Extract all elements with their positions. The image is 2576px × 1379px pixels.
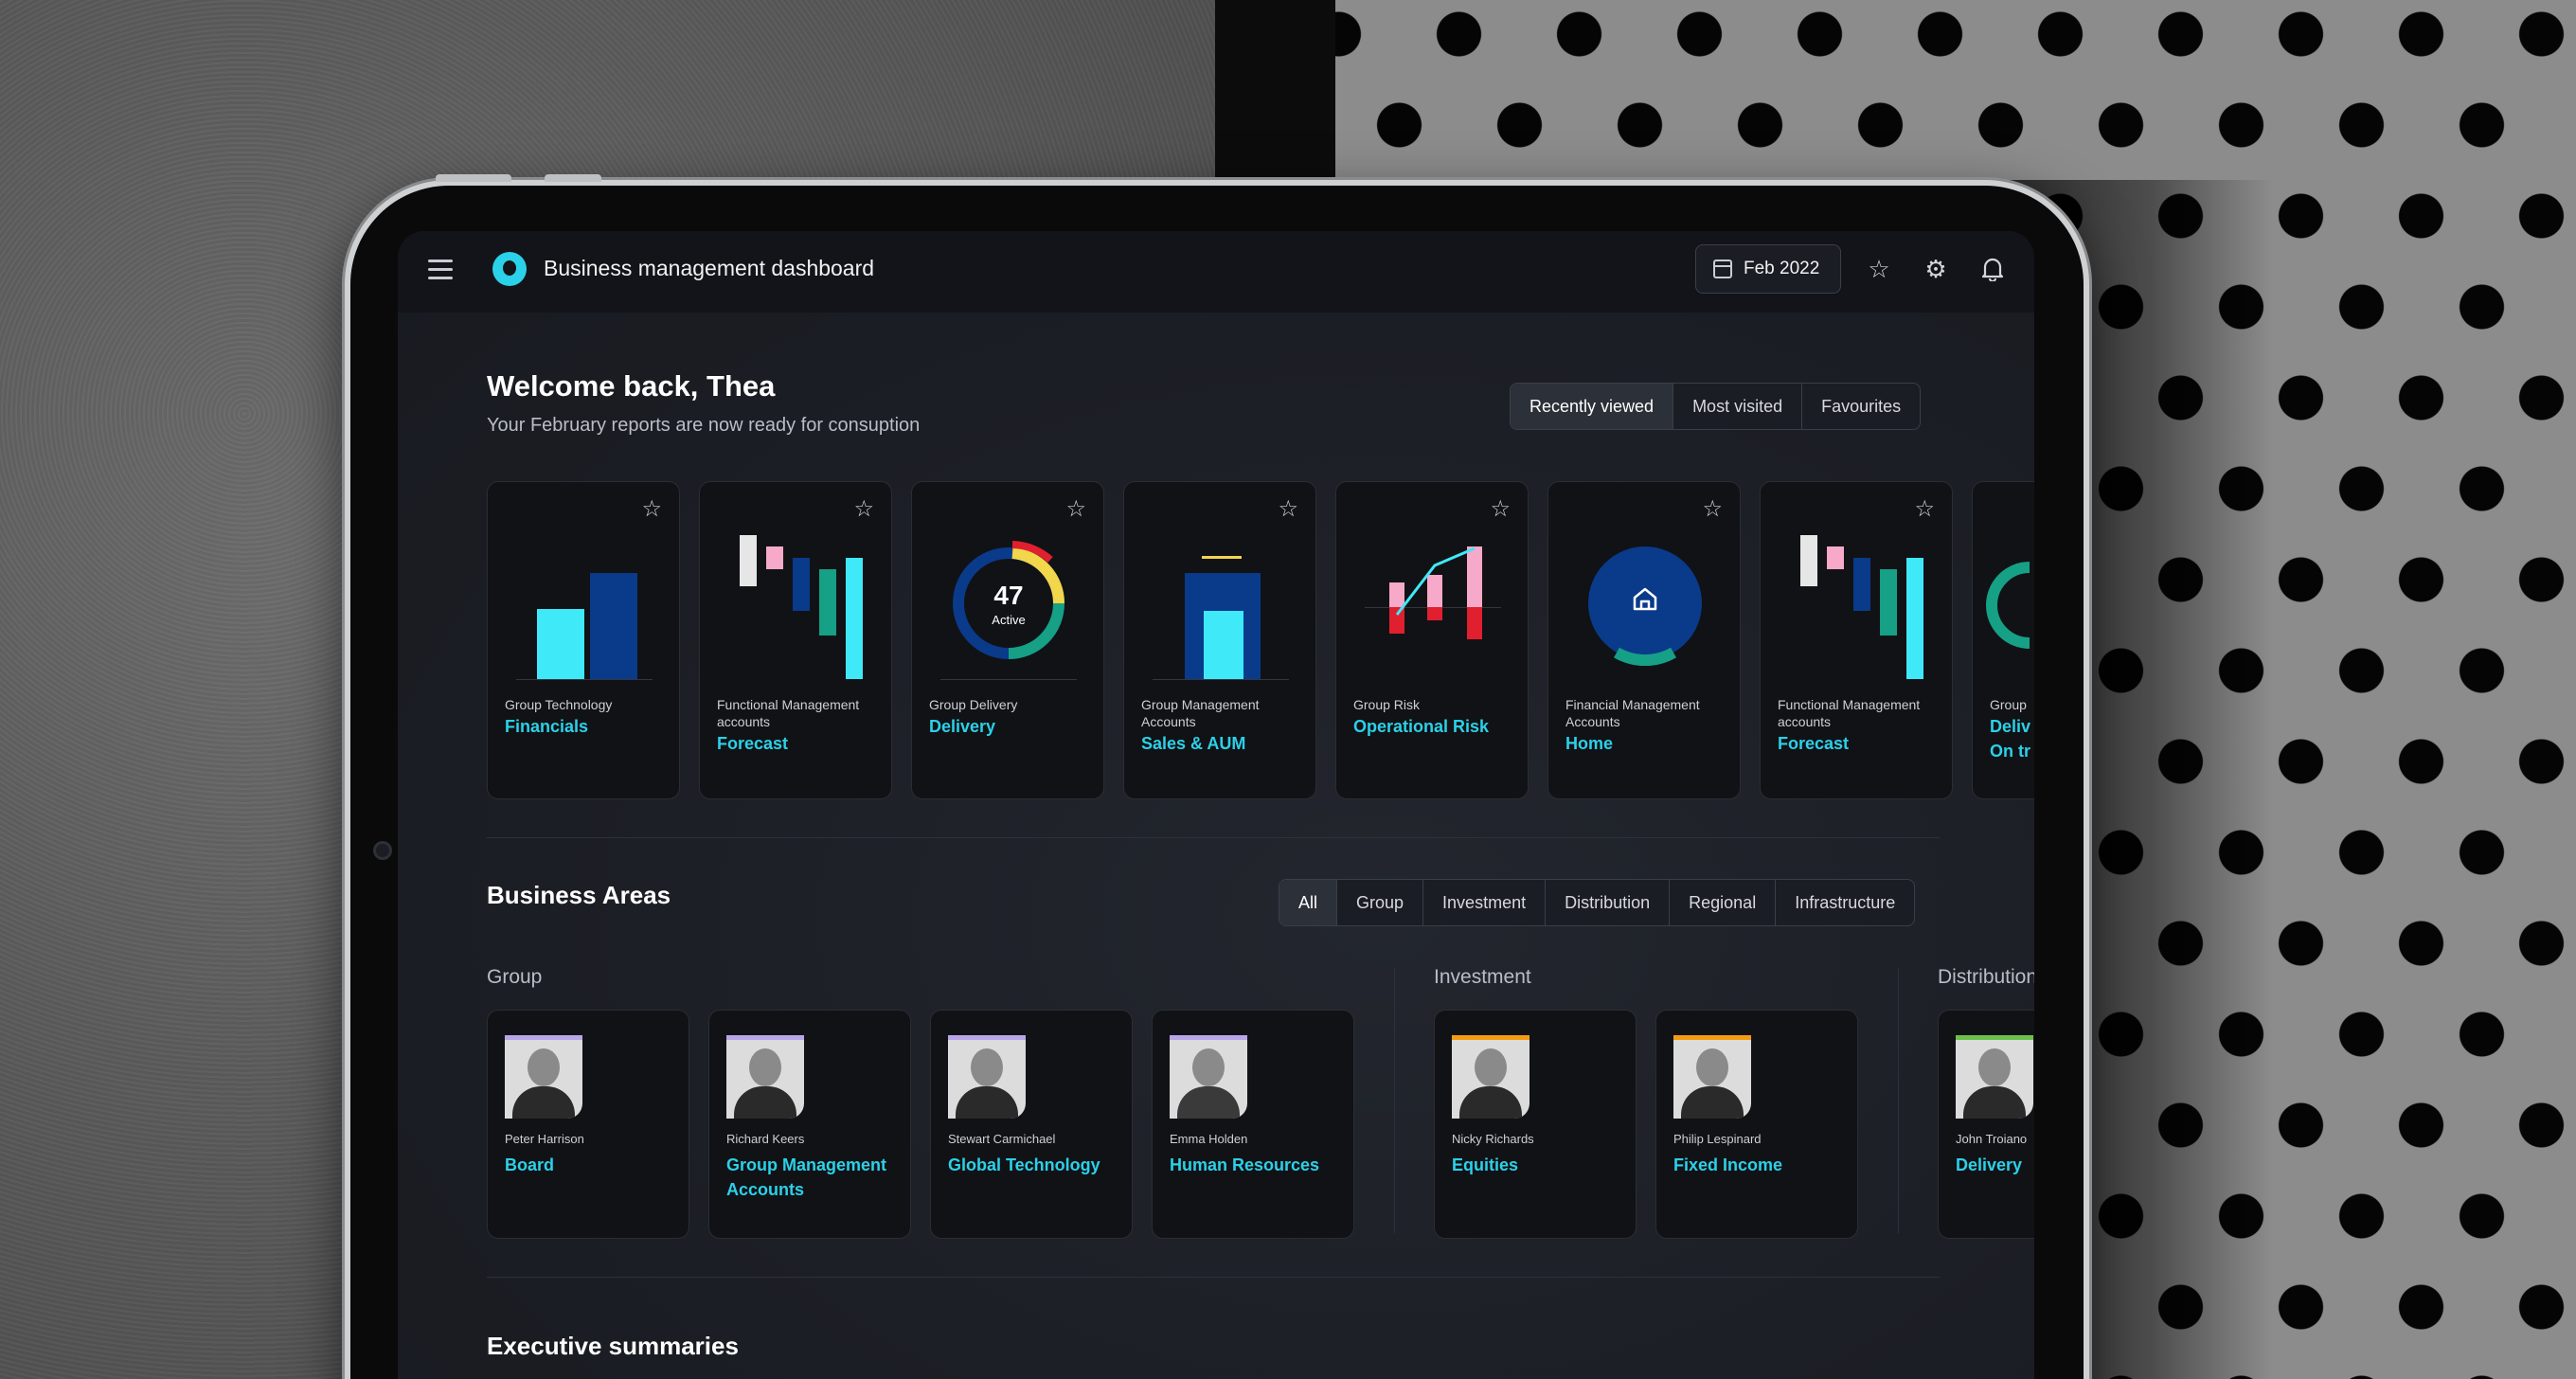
business-area-tabs: All Group Investment Distribution Region… bbox=[1279, 879, 1916, 926]
tablet-volume-button bbox=[545, 174, 601, 182]
gauge-value: 47 bbox=[993, 581, 1024, 610]
tab-regional[interactable]: Regional bbox=[1669, 880, 1775, 925]
tablet-volume-button bbox=[436, 174, 511, 182]
report-title: Delivery bbox=[929, 717, 996, 736]
avatar bbox=[1170, 1035, 1247, 1119]
report-title-line2: On tr bbox=[1990, 742, 2030, 761]
waterfall-chart-icon bbox=[1800, 535, 1923, 679]
report-card-delivery-partial[interactable]: Group Deliv On tr bbox=[1972, 481, 2034, 799]
welcome-heading: Welcome back, Thea bbox=[487, 369, 776, 403]
gauge-label: Active bbox=[992, 613, 1026, 627]
person-card[interactable]: Richard Keers Group Management Accounts bbox=[708, 1010, 911, 1239]
tab-distribution[interactable]: Distribution bbox=[1545, 880, 1669, 925]
report-category: Group Risk bbox=[1353, 697, 1421, 712]
report-card-forecast-2[interactable]: ☆ Functional Management accounts Forecas… bbox=[1760, 481, 1953, 799]
tab-group[interactable]: Group bbox=[1336, 880, 1422, 925]
report-category: Financial Management Accounts bbox=[1565, 697, 1700, 729]
report-title: Deliv bbox=[1990, 717, 2031, 736]
business-areas-heading: Business Areas bbox=[487, 881, 671, 909]
report-title: Sales & AUM bbox=[1141, 734, 1246, 753]
tab-most-visited[interactable]: Most visited bbox=[1673, 384, 1801, 429]
person-name: John Troiano bbox=[1956, 1132, 2028, 1146]
avatar bbox=[505, 1035, 582, 1119]
person-name: Peter Harrison bbox=[505, 1132, 584, 1146]
avatar bbox=[726, 1035, 804, 1119]
person-name: Philip Lespinard bbox=[1673, 1132, 1762, 1146]
person-name: Nicky Richards bbox=[1452, 1132, 1534, 1146]
person-card[interactable]: Philip Lespinard Fixed Income bbox=[1655, 1010, 1858, 1239]
date-picker-button[interactable]: Feb 2022 bbox=[1695, 244, 1841, 294]
report-category: Group Management Accounts bbox=[1141, 697, 1260, 729]
dashboard-screen: Business management dashboard Feb 2022 ☆… bbox=[398, 231, 2034, 1379]
person-role: Group Management Accounts bbox=[726, 1155, 887, 1199]
avatar bbox=[1673, 1035, 1751, 1119]
menu-icon[interactable] bbox=[428, 260, 453, 280]
report-title: Financials bbox=[505, 717, 589, 736]
report-card-financials[interactable]: ☆ Group Technology Financials bbox=[487, 481, 680, 799]
avatar bbox=[1956, 1035, 2033, 1119]
tab-all[interactable]: All bbox=[1279, 880, 1337, 925]
report-category: Group Delivery bbox=[929, 697, 1018, 712]
person-card[interactable]: Nicky Richards Equities bbox=[1434, 1010, 1637, 1239]
report-title: Operational Risk bbox=[1353, 717, 1490, 736]
avatar bbox=[1452, 1035, 1530, 1119]
app-title: Business management dashboard bbox=[544, 256, 875, 280]
person-name: Richard Keers bbox=[726, 1132, 805, 1146]
group-label: Distribution bbox=[1938, 966, 2034, 988]
group-label: Group bbox=[487, 966, 543, 988]
group-separator bbox=[1898, 968, 1899, 1233]
report-title: Home bbox=[1565, 734, 1614, 753]
app-logo-icon bbox=[492, 252, 527, 286]
bell-icon[interactable] bbox=[1977, 254, 2008, 284]
person-card[interactable]: Emma Holden Human Resources bbox=[1152, 1010, 1354, 1239]
home-gauge-icon bbox=[1588, 546, 1702, 667]
report-category: Group bbox=[1990, 697, 2027, 712]
person-card[interactable]: John Troiano Delivery bbox=[1938, 1010, 2034, 1239]
group-separator bbox=[1394, 968, 1395, 1233]
person-role: Equities bbox=[1452, 1155, 1519, 1174]
camera-icon bbox=[373, 841, 392, 860]
report-card-forecast[interactable]: ☆ Functional Management accounts Forecas… bbox=[699, 481, 892, 799]
donut-gauge-icon bbox=[1986, 562, 2030, 649]
welcome-subtitle: Your February reports are now ready for … bbox=[487, 415, 921, 436]
person-role: Board bbox=[505, 1155, 555, 1174]
executive-summaries-heading: Executive summaries bbox=[487, 1332, 739, 1360]
view-filter-tabs: Recently viewed Most visited Favourites bbox=[1510, 383, 1922, 430]
report-title: Forecast bbox=[717, 734, 789, 753]
report-card-operational-risk[interactable]: ☆ Group Risk Operational Risk bbox=[1335, 481, 1529, 799]
report-category: Functional Management accounts bbox=[717, 697, 860, 729]
person-name: Emma Holden bbox=[1170, 1132, 1248, 1146]
section-divider bbox=[487, 1277, 1940, 1278]
waterfall-chart-icon bbox=[740, 535, 863, 679]
top-bar: Business management dashboard Feb 2022 ☆… bbox=[398, 231, 2034, 313]
person-name: Stewart Carmichael bbox=[948, 1132, 1056, 1146]
person-card[interactable]: Peter Harrison Board bbox=[487, 1010, 689, 1239]
bar-chart-icon bbox=[516, 573, 653, 680]
tab-recently-viewed[interactable]: Recently viewed bbox=[1511, 384, 1673, 429]
report-card-sales-aum[interactable]: ☆ Group Management Accounts Sales & AUM bbox=[1123, 481, 1316, 799]
report-card-delivery[interactable]: ☆ 47 Active Group Delivery Delivery bbox=[911, 481, 1104, 799]
report-category: Group Technology bbox=[505, 697, 613, 712]
tab-infrastructure[interactable]: Infrastructure bbox=[1775, 880, 1914, 925]
calendar-icon bbox=[1713, 260, 1732, 278]
section-divider bbox=[487, 837, 1940, 838]
person-role: Delivery bbox=[1956, 1155, 2023, 1174]
person-role: Fixed Income bbox=[1673, 1155, 1783, 1174]
person-role: Global Technology bbox=[948, 1155, 1100, 1174]
report-card-home[interactable]: ☆ Financial Management Accounts Home bbox=[1547, 481, 1741, 799]
star-icon[interactable]: ☆ bbox=[1864, 254, 1894, 284]
tab-investment[interactable]: Investment bbox=[1422, 880, 1545, 925]
avatar bbox=[948, 1035, 1026, 1119]
person-role: Human Resources bbox=[1170, 1155, 1320, 1174]
group-label: Investment bbox=[1434, 966, 1531, 988]
person-card[interactable]: Stewart Carmichael Global Technology bbox=[930, 1010, 1133, 1239]
risk-chart-icon bbox=[1365, 546, 1501, 639]
report-category: Functional Management accounts bbox=[1778, 697, 1921, 729]
date-label: Feb 2022 bbox=[1744, 259, 1820, 278]
tab-favourites[interactable]: Favourites bbox=[1801, 384, 1920, 429]
gear-icon[interactable]: ⚙ bbox=[1921, 254, 1951, 284]
report-title: Forecast bbox=[1778, 734, 1850, 753]
stacked-bar-icon bbox=[1153, 556, 1289, 680]
